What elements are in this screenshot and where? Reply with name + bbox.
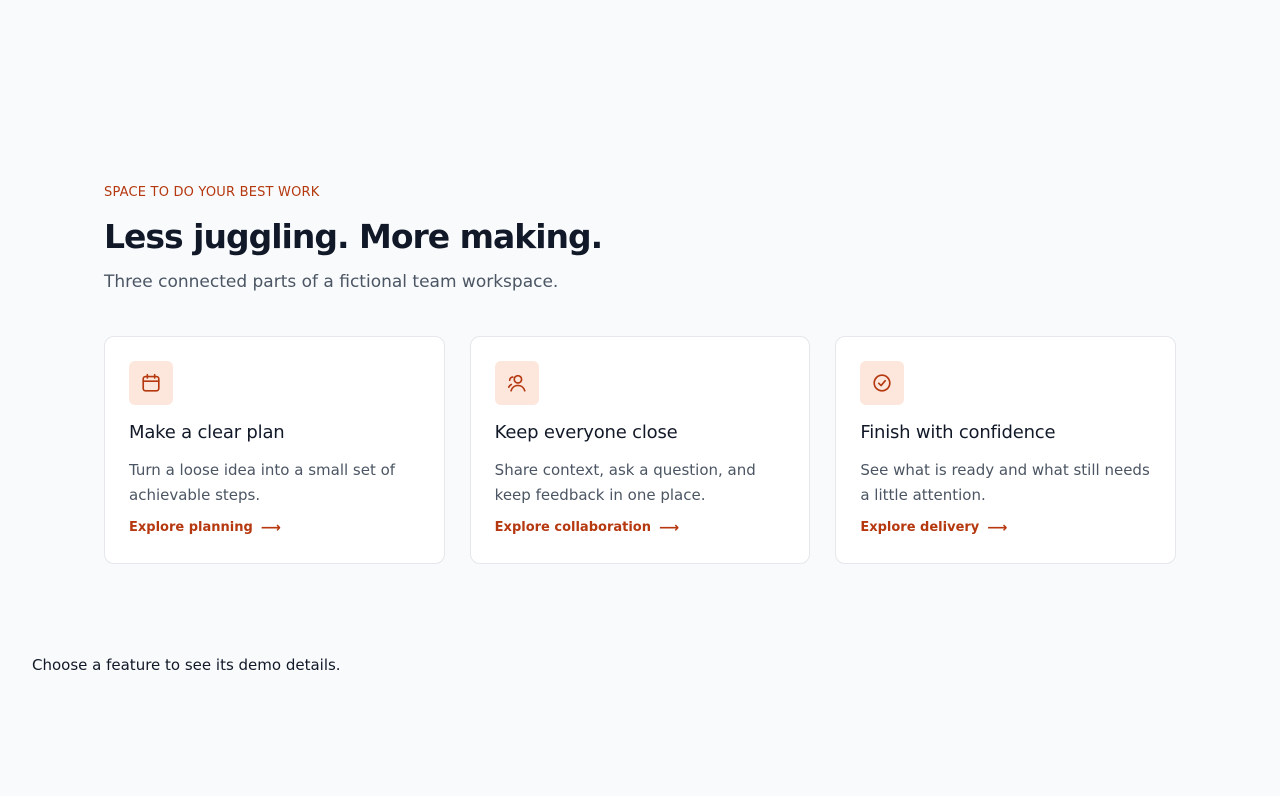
icon-tile <box>129 361 173 405</box>
feature-cards: Make a clear plan Turn a loose idea into… <box>104 336 1177 564</box>
card-title: Make a clear plan <box>129 422 285 443</box>
arrow-right-icon: ⟶ <box>260 520 281 536</box>
calendar-icon <box>140 372 162 394</box>
explore-planning-link[interactable]: Explore planning ⟶ <box>129 518 281 538</box>
link-label: Explore planning <box>129 520 253 535</box>
icon-tile <box>494 361 539 405</box>
arrow-right-icon: ⟶ <box>658 520 680 536</box>
page-title: Less juggling. More making. <box>104 217 603 256</box>
card-title: Finish with confidence <box>860 422 1056 443</box>
card-description: Share context, ask a question, and keep … <box>494 461 756 504</box>
explore-collaboration-link[interactable]: Explore collaboration ⟶ <box>495 518 679 538</box>
feature-card-collaboration: Keep everyone close Share context, ask a… <box>469 336 811 564</box>
feature-card-delivery: Finish with confidence See what is ready… <box>835 336 1177 564</box>
link-label: Explore delivery <box>860 520 980 535</box>
link-label: Explore collaboration <box>494 520 651 535</box>
arrow-right-icon: ⟶ <box>987 520 1008 536</box>
status-message: Choose a feature to see its demo details… <box>32 656 341 674</box>
eyebrow-label: SPACE TO DO YOUR BEST WORK <box>104 185 320 200</box>
page-subtitle: Three connected parts of a fictional tea… <box>104 272 559 292</box>
people-icon <box>506 372 528 394</box>
explore-delivery-link[interactable]: Explore delivery ⟶ <box>860 518 1007 538</box>
card-description: Turn a loose idea into a small set of ac… <box>129 461 396 504</box>
hero-section: SPACE TO DO YOUR BEST WORK Less juggling… <box>104 184 1176 294</box>
check-circle-icon <box>871 372 893 394</box>
feature-card-planning: Make a clear plan Turn a loose idea into… <box>104 336 445 564</box>
card-title: Keep everyone close <box>494 422 678 443</box>
icon-tile <box>860 361 905 405</box>
card-description: See what is ready and what still needs a… <box>860 461 1150 504</box>
